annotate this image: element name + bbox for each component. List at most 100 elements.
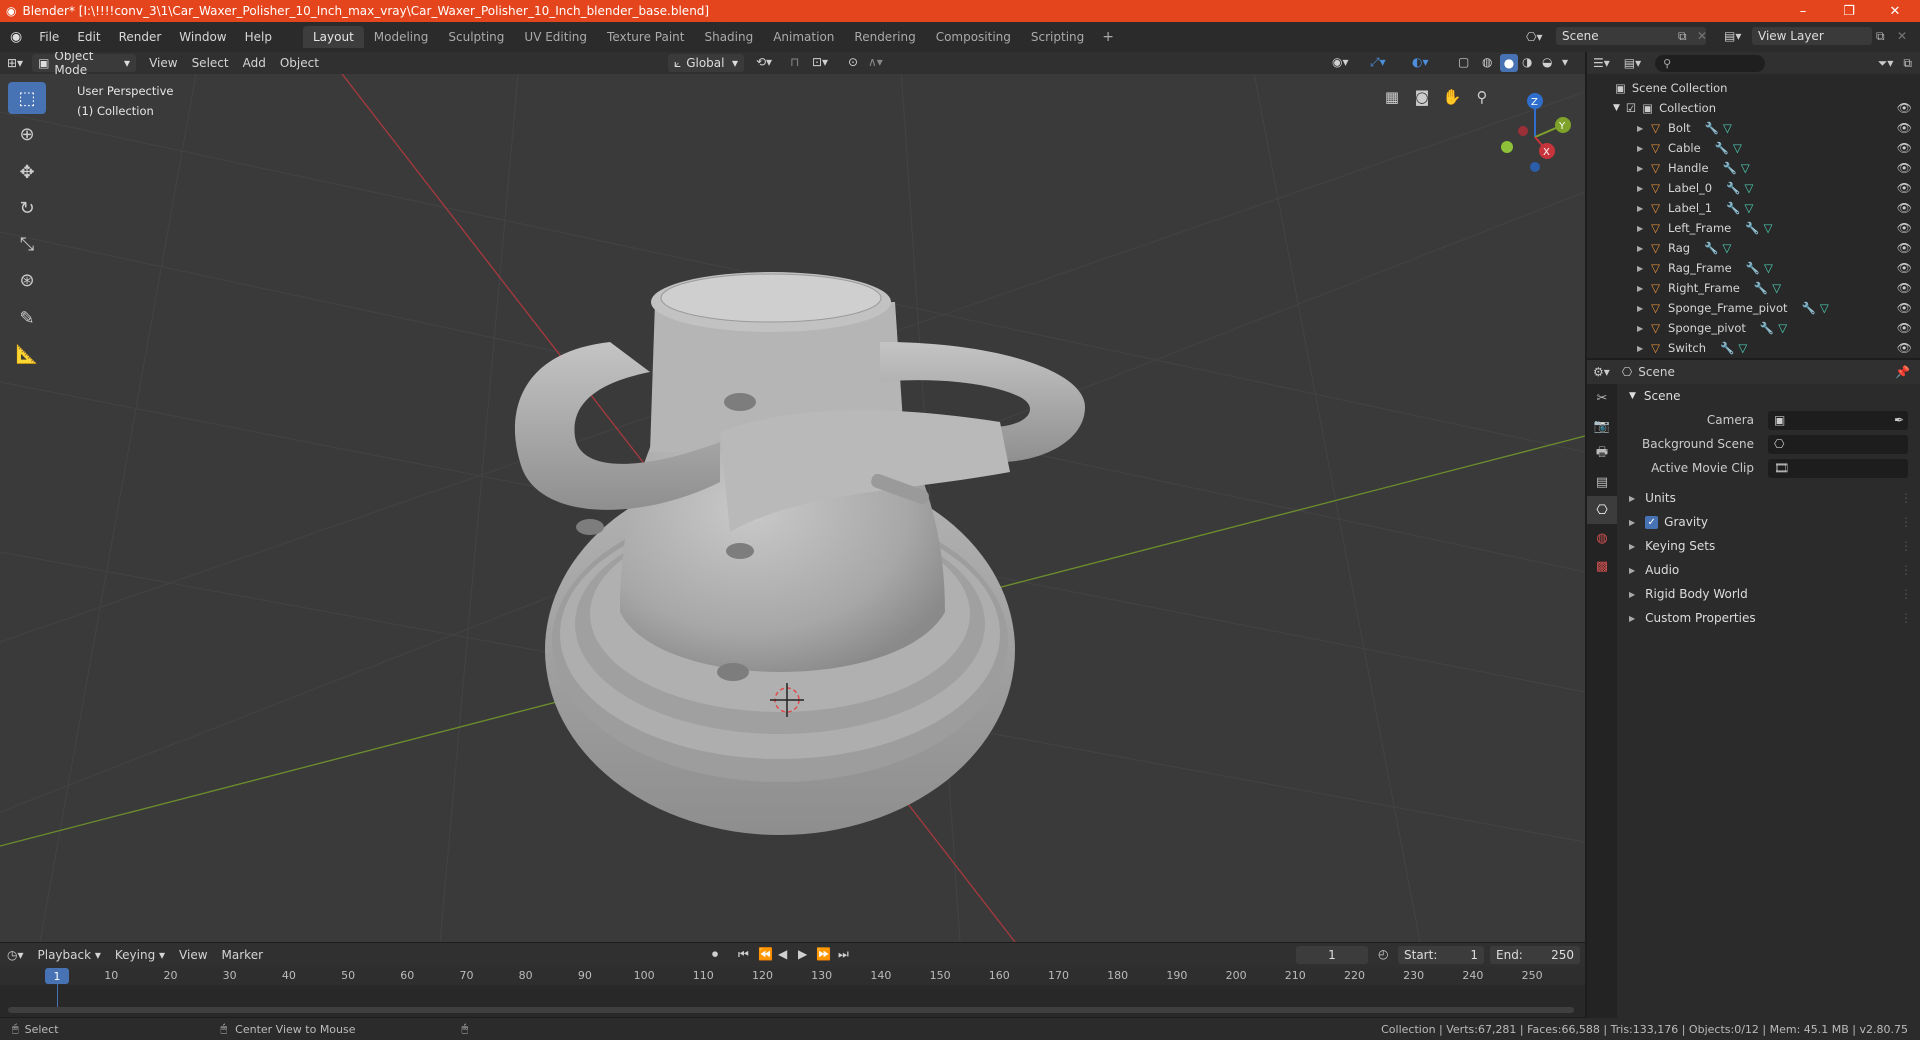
output-tab-icon[interactable]: 🖶 [1587,440,1617,468]
render-tab-icon[interactable]: 📷 [1587,412,1617,440]
modifier-wrench-icon[interactable]: 🔧 [1705,121,1719,135]
timeline-ruler[interactable]: 10 20 30 40 50 60 70 80 90 100 110 120 130 140 150 160 1… [0,967,1585,1017]
close-button[interactable]: ✕ [1872,0,1918,22]
timeline-editor-type-icon[interactable]: ◷▾ [0,948,31,962]
modifier-wrench-icon[interactable]: 🔧 [1726,181,1740,195]
new-view-layer-icon[interactable]: ⧉ [1876,29,1885,44]
rendered-shading-icon[interactable]: ◒ [1542,55,1552,69]
start-frame-field[interactable]: Start: 1 [1398,946,1484,964]
scene-panel-header[interactable]: ▼ Scene [1619,384,1920,408]
jump-keyframe-back-icon[interactable]: ⏪ [758,947,773,961]
zoom-icon[interactable]: ⚲ [1469,84,1495,110]
drag-handle-icon[interactable]: ⋮ [1900,491,1912,505]
mesh-data-icon[interactable]: ▽ [1733,141,1742,155]
outliner-object-row[interactable]: ▶ ▽ Handle 🔧 ▽ 👁 [1587,158,1920,178]
menu-marker[interactable]: Marker [215,948,270,962]
eye-icon[interactable]: 👁 [1897,101,1912,115]
view-layer-selector[interactable]: View Layer [1752,27,1872,45]
end-frame-field[interactable]: End: 250 [1490,946,1580,964]
collapsed-panel[interactable]: ▶ Keying Sets ⋮ [1619,534,1920,558]
menu-timeline-view[interactable]: View [172,948,214,962]
expand-arrow-icon[interactable]: ▶ [1637,184,1643,193]
menu-keying[interactable]: Keying ▾ [108,948,172,962]
jump-keyframe-forward-icon[interactable]: ⏩ [816,947,831,961]
eyedropper-icon[interactable]: ✒ [1894,413,1904,427]
view-layer-icon[interactable]: ▤▾ [1724,29,1741,43]
outliner-object-row[interactable]: ▶ ▽ Right_Frame 🔧 ▽ 👁 [1587,278,1920,298]
expand-arrow-icon[interactable]: ▶ [1637,264,1643,273]
mesh-data-icon[interactable]: ▽ [1772,281,1781,295]
outliner-object-row[interactable]: ▶ ▽ Label_0 🔧 ▽ 👁 [1587,178,1920,198]
collapsed-panel[interactable]: ▶ Audio ⋮ [1619,558,1920,582]
outliner-editor-type-icon[interactable]: ☰▾ [1593,56,1610,70]
eye-icon[interactable]: 👁 [1897,241,1912,255]
play-icon[interactable]: ▶ [798,947,807,961]
modifier-wrench-icon[interactable]: 🔧 [1760,321,1774,335]
modifier-wrench-icon[interactable]: 🔧 [1802,301,1816,315]
transform-orientation-selector[interactable]: ⟀ Global ▾ [668,54,744,72]
expand-arrow-icon[interactable]: ▶ [1637,224,1643,233]
menu-edit[interactable]: Edit [68,30,109,44]
mesh-data-icon[interactable]: ▽ [1741,161,1750,175]
camera-view-icon[interactable]: ◙ [1409,84,1435,110]
collapsed-panel[interactable]: ▶ Rigid Body World ⋮ [1619,582,1920,606]
outliner-object-row[interactable]: ▶ ▽ Cable 🔧 ▽ 👁 [1587,138,1920,158]
gizmo-toggle-icon[interactable]: ⤢▾ [1370,55,1386,70]
transform-tool-icon[interactable]: ⊛ [8,264,46,296]
snap-target-icon[interactable]: ⊡▾ [812,55,828,69]
tab-scripting[interactable]: Scripting [1021,26,1094,48]
expand-arrow-icon[interactable]: ▶ [1637,144,1643,153]
eye-icon[interactable]: 👁 [1897,121,1912,135]
move-tool-icon[interactable]: ✥ [8,156,46,188]
blender-menu-icon[interactable]: ◉ [0,29,30,45]
delete-scene-icon[interactable]: ✕ [1697,29,1707,43]
tool-tab-icon[interactable]: ✂ [1587,384,1617,412]
mesh-data-icon[interactable]: ▽ [1722,241,1731,255]
modifier-wrench-icon[interactable]: 🔧 [1723,161,1737,175]
tab-sculpting[interactable]: Sculpting [438,26,514,48]
eye-icon[interactable]: 👁 [1897,261,1912,275]
drag-handle-icon[interactable]: ⋮ [1900,587,1912,601]
play-reverse-icon[interactable]: ◀ [778,947,787,961]
tab-texture-paint[interactable]: Texture Paint [597,26,694,48]
annotate-tool-icon[interactable]: ✎ [8,302,46,334]
property-input[interactable]: 🎞 [1768,458,1908,478]
expand-arrow-icon[interactable]: ▶ [1637,164,1643,173]
cursor-tool-icon[interactable]: ⊕ [8,118,46,150]
outliner-object-row[interactable]: ▶ ▽ Sponge_Frame_pivot 🔧 ▽ 👁 [1587,298,1920,318]
add-workspace-icon[interactable]: + [1094,29,1122,45]
eye-icon[interactable]: 👁 [1897,201,1912,215]
material-shading-icon[interactable]: ◑ [1522,55,1532,69]
tab-compositing[interactable]: Compositing [926,26,1021,48]
timeline-scrollbar[interactable] [8,1007,1574,1013]
pin-icon[interactable]: 📌 [1895,365,1910,379]
wireframe-shading-icon[interactable]: ◍ [1482,55,1492,69]
jump-start-icon[interactable]: ⏮ [738,947,749,962]
new-collection-icon[interactable]: ⧉ [1903,56,1912,71]
modifier-wrench-icon[interactable]: 🔧 [1754,281,1768,295]
collapsed-panel[interactable]: ▶ ✓ Gravity ⋮ [1619,510,1920,534]
snap-icon[interactable]: ⊓ [790,55,799,69]
tab-shading[interactable]: Shading [694,26,763,48]
outliner-object-row[interactable]: ▶ ▽ Switch 🔧 ▽ 👁 [1587,338,1920,358]
eye-icon[interactable]: 👁 [1897,341,1912,355]
eye-icon[interactable]: 👁 [1897,161,1912,175]
modifier-wrench-icon[interactable]: 🔧 [1746,261,1760,275]
property-input[interactable]: ⎔ [1768,434,1908,454]
record-icon[interactable]: ⏺ [712,947,718,962]
menu-select[interactable]: Select [185,56,236,70]
modifier-wrench-icon[interactable]: 🔧 [1745,221,1759,235]
drag-handle-icon[interactable]: ⋮ [1900,563,1912,577]
filter-icon[interactable]: ⏷▾ [1878,56,1894,71]
checkbox-icon[interactable]: ☑ [1626,101,1636,115]
display-mode-icon[interactable]: ▤▾ [1624,56,1641,70]
clock-icon[interactable]: ◴ [1378,947,1388,961]
mesh-data-icon[interactable]: ▽ [1764,221,1773,235]
select-box-tool-icon[interactable]: ⬚ [8,82,46,114]
scale-tool-icon[interactable]: ⤡ [8,228,46,260]
rotate-tool-icon[interactable]: ↻ [8,192,46,224]
menu-add[interactable]: Add [236,56,273,70]
modifier-wrench-icon[interactable]: 🔧 [1704,241,1718,255]
expand-arrow-icon[interactable]: ▶ [1637,124,1643,133]
expand-arrow-icon[interactable]: ▶ [1637,284,1643,293]
